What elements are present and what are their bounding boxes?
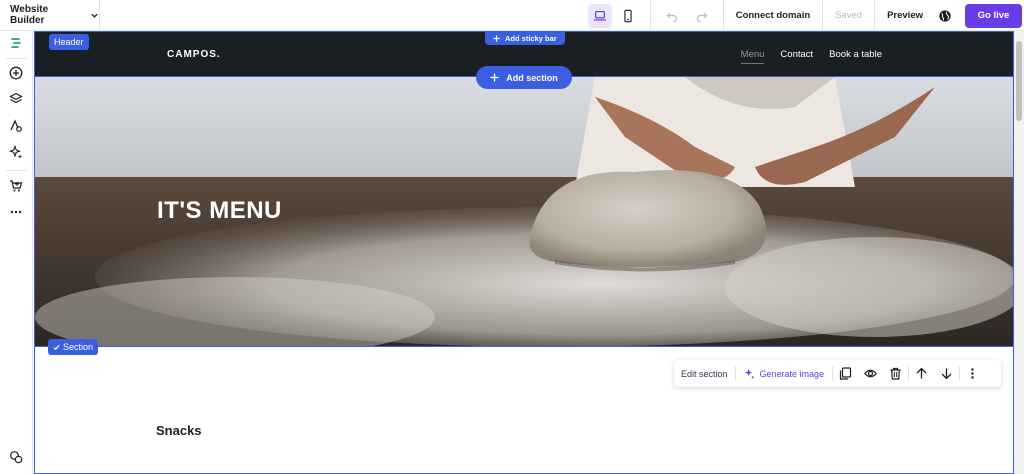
duplicate-button[interactable] [833, 360, 858, 387]
section-tag: Section [48, 339, 99, 355]
duplicate-icon [839, 367, 852, 380]
editor-canvas: CAMPOS. Menu Contact Book a table Header… [34, 31, 1014, 474]
site-nav: Menu Contact Book a table [740, 49, 882, 64]
separator [6, 170, 27, 171]
hero-section[interactable]: IT'S MENU [34, 77, 1014, 347]
top-bar: Website Builder Connect domain Saved Pre… [0, 0, 1024, 31]
visibility-button[interactable] [858, 360, 883, 387]
header-tag: Header [49, 34, 89, 50]
laptop-icon [593, 10, 606, 21]
go-live-button[interactable]: Go live [965, 3, 1022, 28]
saved-status: Saved [835, 10, 863, 21]
add-section-button[interactable]: Add section [476, 66, 572, 89]
preview-button[interactable]: Preview [881, 10, 929, 21]
section-tag-label: Section [63, 342, 94, 352]
ai-tools-icon[interactable] [8, 144, 24, 160]
plus-icon [493, 34, 500, 42]
hostinger-logo-icon[interactable] [8, 35, 24, 51]
redo-button[interactable] [690, 4, 714, 28]
builder-menu[interactable]: Website Builder [0, 0, 100, 31]
builder-menu-label: Website Builder [10, 4, 49, 26]
separator [874, 0, 876, 31]
arrow-up-icon [916, 367, 927, 379]
plus-icon [490, 73, 499, 82]
styles-icon[interactable] [8, 118, 24, 134]
separator [6, 58, 27, 59]
scrollbar-thumb[interactable] [1016, 41, 1022, 121]
connect-domain-button[interactable]: Connect domain [730, 10, 816, 21]
hero-title[interactable]: IT'S MENU [157, 197, 282, 225]
left-sidebar [0, 31, 33, 474]
separator [822, 0, 824, 31]
nav-item-book-a-table[interactable]: Book a table [829, 49, 882, 64]
kebab-menu-icon [971, 368, 974, 379]
more-section-options-button[interactable] [960, 360, 985, 387]
delete-button[interactable] [883, 360, 908, 387]
chevron-down-icon [91, 13, 98, 18]
layers-icon[interactable] [8, 91, 24, 107]
mobile-icon [624, 9, 632, 22]
trash-icon [890, 367, 901, 380]
section-toolbar: Edit section Generate image [674, 360, 1001, 387]
language-button[interactable] [933, 4, 957, 28]
nav-item-contact[interactable]: Contact [780, 49, 813, 64]
eye-icon [864, 369, 878, 378]
nav-item-menu[interactable]: Menu [740, 49, 765, 64]
sparkle-icon [744, 368, 755, 379]
site-logo[interactable]: CAMPOS. [167, 49, 221, 60]
edit-section-button[interactable]: Edit section [674, 369, 735, 379]
more-options-icon[interactable] [8, 204, 24, 220]
separator [649, 0, 651, 31]
check-icon [53, 344, 60, 350]
generate-image-button[interactable]: Generate image [736, 368, 833, 379]
header-tag-label: Header [54, 37, 84, 47]
add-section-label: Add section [506, 72, 558, 83]
canvas-scrollbar[interactable] [1014, 31, 1024, 474]
store-cart-icon[interactable] [8, 178, 24, 194]
undo-button[interactable] [660, 4, 684, 28]
help-icon[interactable] [8, 449, 24, 465]
add-sticky-bar-button[interactable]: Add sticky bar [485, 31, 565, 45]
move-down-button[interactable] [934, 360, 959, 387]
undo-icon [666, 12, 677, 22]
generate-image-label: Generate image [759, 368, 825, 379]
redo-icon [696, 12, 708, 22]
move-up-button[interactable] [909, 360, 934, 387]
globe-icon [939, 9, 951, 22]
arrow-down-icon [941, 368, 952, 380]
add-element-icon[interactable] [8, 65, 24, 81]
snacks-heading[interactable]: Snacks [156, 423, 202, 438]
separator [722, 0, 724, 31]
mobile-view-button[interactable] [616, 4, 640, 28]
add-sticky-bar-label: Add sticky bar [505, 33, 557, 43]
desktop-view-button[interactable] [587, 3, 612, 28]
